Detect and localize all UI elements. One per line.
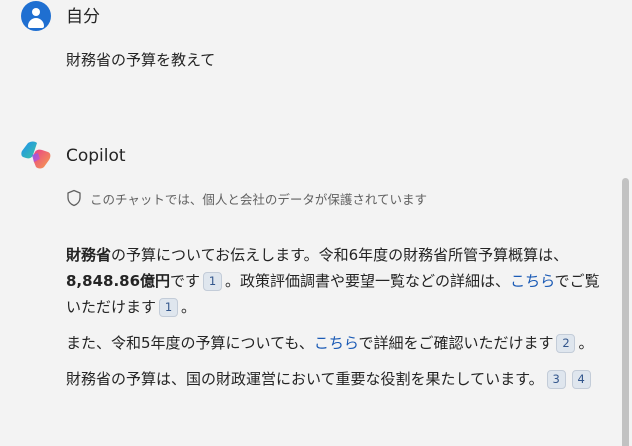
copilot-logo-icon — [21, 141, 51, 169]
privacy-notice: このチャットでは、個人と会社のデータが保護されています — [66, 188, 427, 208]
user-message: 財務省の予算を教えて — [66, 51, 216, 69]
citation-badge[interactable]: 1 — [203, 272, 223, 291]
source-link[interactable]: こちら — [314, 334, 359, 352]
citation-badge[interactable]: 4 — [571, 370, 591, 389]
chat-panel: 自分 財務省の予算を教えて Copilot このチャットでは、個人と会社のデータ… — [0, 0, 632, 446]
user-name: 自分 — [66, 7, 100, 27]
budget-amount: 8,848.86億円 — [66, 272, 171, 290]
copilot-answer: 財務省の予算についてお伝えします。令和6年度の財務省所管予算概算は、8,848.… — [66, 242, 606, 402]
source-link[interactable]: こちら — [510, 272, 555, 290]
answer-paragraph-2: また、令和5年度の予算についても、こちらで詳細をご確認いただけます 2。 — [66, 334, 594, 353]
bold-term: 財務省 — [66, 246, 112, 264]
shield-icon — [67, 189, 81, 207]
answer-paragraph-1: 財務省の予算についてお伝えします。令和6年度の財務省所管予算概算は、8,848.… — [66, 246, 600, 317]
citation-badge[interactable]: 2 — [556, 334, 576, 353]
answer-paragraph-3: 財務省の予算は、国の財政運営において重要な役割を果たしています。 3 4 — [66, 366, 606, 392]
person-avatar-icon — [21, 1, 51, 31]
citation-badge[interactable]: 3 — [546, 370, 566, 389]
scrollbar-thumb[interactable] — [622, 178, 629, 446]
citation-badge[interactable]: 1 — [159, 298, 179, 317]
privacy-notice-text: このチャットでは、個人と会社のデータが保護されています — [90, 191, 428, 207]
copilot-name: Copilot — [66, 146, 126, 166]
